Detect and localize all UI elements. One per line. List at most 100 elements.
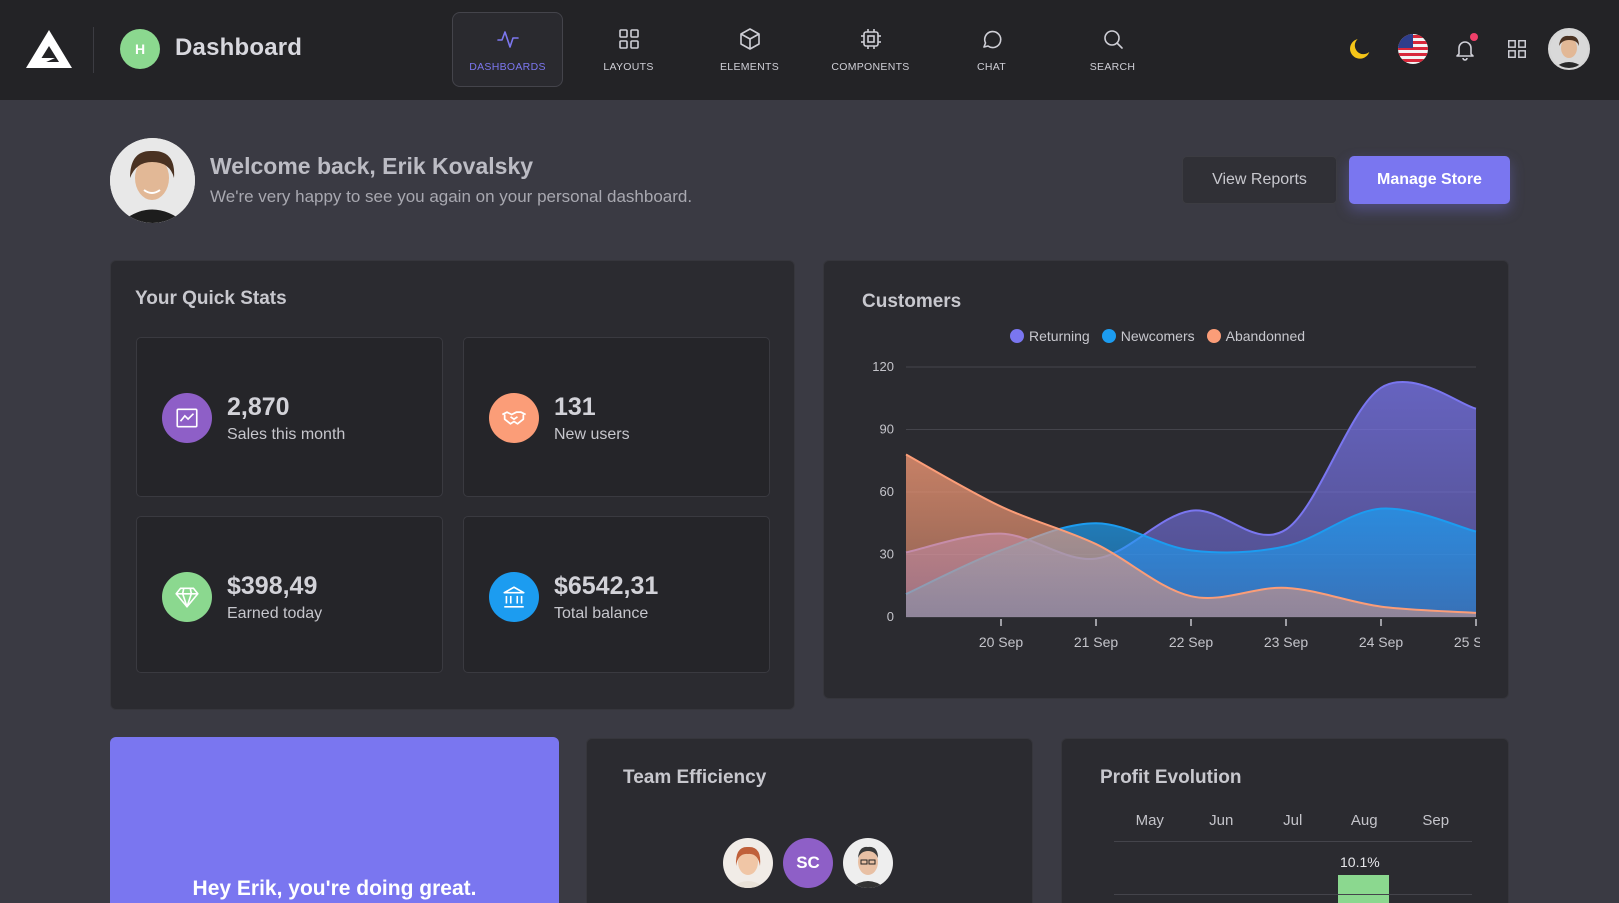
main-nav: DASHBOARDS LAYOUTS ELEMENTS COMPONENTS C… bbox=[452, 12, 1178, 87]
top-bar: H Dashboard DASHBOARDS LAYOUTS ELEMENTS … bbox=[0, 0, 1619, 100]
notifications-button[interactable] bbox=[1447, 31, 1483, 67]
month-label: Aug bbox=[1350, 812, 1378, 829]
stat-balance: $6542,31 Total balance bbox=[463, 516, 770, 673]
grid-icon bbox=[618, 28, 639, 49]
user-avatar[interactable] bbox=[1548, 28, 1590, 70]
stat-label: Total balance bbox=[554, 605, 649, 622]
chart-legend: Returning Newcomers Abandonned bbox=[1010, 328, 1317, 344]
welcome-subtitle: We're very happy to see you again on you… bbox=[210, 187, 693, 206]
x-tick-label: 25 Sep bbox=[1454, 634, 1480, 650]
customers-title: Customers bbox=[862, 291, 962, 312]
legend-item[interactable]: Newcomers bbox=[1101, 328, 1195, 344]
x-tick-label: 21 Sep bbox=[1074, 634, 1119, 650]
language-button[interactable] bbox=[1395, 31, 1431, 67]
theme-toggle-button[interactable] bbox=[1342, 31, 1378, 67]
x-tick-label: 20 Sep bbox=[979, 634, 1024, 650]
app-logo[interactable] bbox=[25, 28, 73, 70]
stat-value: 2,870 bbox=[227, 393, 290, 421]
stat-value: $398,49 bbox=[227, 572, 318, 600]
manage-store-button[interactable]: Manage Store bbox=[1349, 156, 1510, 204]
month-label: Sep bbox=[1422, 812, 1450, 829]
search-icon bbox=[1103, 29, 1123, 49]
stat-label: New users bbox=[554, 426, 630, 443]
page-title: Dashboard bbox=[175, 34, 303, 61]
stat-icon-bg bbox=[489, 572, 539, 622]
promo-text: Hey Erik, you're doing great. bbox=[192, 877, 477, 900]
profit-gridline bbox=[1114, 894, 1472, 895]
profit-header-divider bbox=[1114, 841, 1472, 842]
nav-chat[interactable]: CHAT bbox=[936, 12, 1047, 87]
profit-months: May Jun Jul Aug Sep bbox=[1114, 812, 1474, 829]
profit-value-label: 10.1% bbox=[1340, 854, 1380, 870]
y-tick-label: 0 bbox=[887, 609, 894, 624]
x-tick-label: 22 Sep bbox=[1169, 634, 1214, 650]
cpu-icon bbox=[860, 28, 881, 49]
team-avatar[interactable] bbox=[723, 838, 773, 888]
brand-badge[interactable]: H bbox=[120, 29, 160, 69]
legend-label: Abandonned bbox=[1225, 328, 1306, 344]
stat-earned: $398,49 Earned today bbox=[136, 516, 443, 673]
team-avatars: SC bbox=[723, 838, 903, 888]
legend-item[interactable]: Returning bbox=[1010, 328, 1090, 344]
legend-dot bbox=[1010, 329, 1024, 343]
month-label: May bbox=[1135, 812, 1164, 829]
nav-components[interactable]: COMPONENTS bbox=[815, 12, 926, 87]
welcome-title: Welcome back, Erik Kovalsky bbox=[210, 153, 534, 179]
profit-bar bbox=[1338, 875, 1389, 903]
box-icon bbox=[739, 27, 760, 50]
welcome-avatar bbox=[110, 138, 195, 223]
legend-dot bbox=[1206, 329, 1221, 343]
team-efficiency-title: Team Efficiency bbox=[623, 767, 767, 788]
nav-layouts[interactable]: LAYOUTS bbox=[573, 12, 684, 87]
y-tick-label: 120 bbox=[872, 359, 894, 374]
view-reports-button[interactable]: View Reports bbox=[1182, 156, 1337, 204]
stat-label: Earned today bbox=[227, 605, 323, 622]
nav-label: SEARCH bbox=[1089, 60, 1136, 73]
stat-new-users: 131 New users bbox=[463, 337, 770, 497]
stat-label: Sales this month bbox=[227, 426, 346, 443]
bank-icon bbox=[503, 586, 525, 608]
stat-icon-bg bbox=[489, 393, 539, 443]
stat-value: 131 bbox=[554, 393, 596, 421]
header-divider bbox=[93, 27, 94, 73]
nav-label: LAYOUTS bbox=[603, 60, 654, 73]
handshake-icon bbox=[501, 411, 527, 425]
profit-evolution-title: Profit Evolution bbox=[1100, 767, 1242, 788]
nav-dashboards[interactable]: DASHBOARDS bbox=[452, 12, 563, 87]
team-avatar-initials[interactable]: SC bbox=[783, 838, 833, 888]
legend-label: Newcomers bbox=[1120, 328, 1195, 344]
diamond-icon bbox=[175, 587, 199, 608]
quick-stats-title: Your Quick Stats bbox=[135, 288, 287, 309]
month-label: Jun bbox=[1209, 812, 1234, 829]
y-tick-label: 30 bbox=[880, 547, 894, 562]
month-label: Jul bbox=[1283, 812, 1303, 829]
moon-icon bbox=[1350, 39, 1370, 59]
chart-icon bbox=[176, 408, 198, 428]
y-tick-label: 60 bbox=[880, 484, 894, 499]
stat-sales: 2,870 Sales this month bbox=[136, 337, 443, 497]
promo-card: Hey Erik, you're doing great. bbox=[110, 737, 559, 903]
nav-label: ELEMENTS bbox=[720, 60, 779, 73]
legend-dot bbox=[1101, 329, 1116, 343]
y-tick-label: 90 bbox=[880, 422, 894, 437]
nav-elements[interactable]: ELEMENTS bbox=[694, 12, 805, 87]
stat-icon-bg bbox=[162, 393, 212, 443]
legend-item[interactable]: Abandonned bbox=[1206, 328, 1306, 344]
activity-icon bbox=[496, 30, 519, 48]
nav-search[interactable]: SEARCH bbox=[1057, 12, 1168, 87]
nav-label: CHAT bbox=[976, 60, 1006, 73]
legend-label: Returning bbox=[1029, 328, 1090, 344]
chat-icon bbox=[982, 30, 1001, 48]
stat-icon-bg bbox=[162, 572, 212, 622]
nav-label: COMPONENTS bbox=[831, 60, 910, 73]
x-tick-label: 24 Sep bbox=[1359, 634, 1404, 650]
customers-chart: 0 30 60 90 120 20 Sep 21 Sep 22 Sep 23 Sep 24 Sep… bbox=[872, 359, 1480, 650]
notification-dot bbox=[1470, 33, 1478, 41]
apps-button[interactable] bbox=[1499, 31, 1535, 67]
team-avatar[interactable] bbox=[843, 838, 893, 888]
stat-value: $6542,31 bbox=[554, 572, 659, 600]
x-tick-label: 23 Sep bbox=[1264, 634, 1309, 650]
us-flag-icon bbox=[1398, 34, 1428, 64]
quick-stats-card: Your Quick Stats 2,870 Sales this month … bbox=[110, 260, 795, 710]
nav-label: DASHBOARDS bbox=[469, 60, 546, 73]
